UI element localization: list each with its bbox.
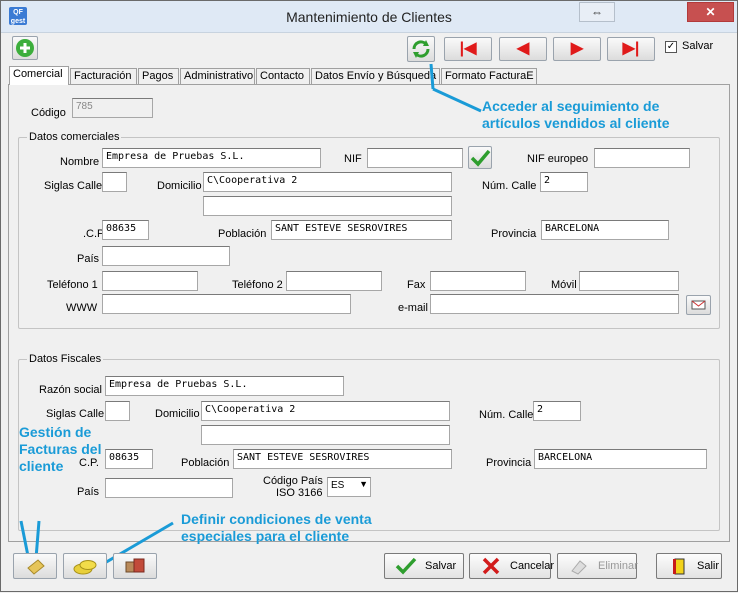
annotation-seguimiento-line1: Acceder al seguimiento de bbox=[482, 98, 660, 114]
coins-icon bbox=[73, 560, 97, 575]
annotation-condiciones-line1: Definir condiciones de venta bbox=[181, 511, 372, 527]
annotation-facturas-line1: Gestión de bbox=[19, 424, 92, 440]
eraser-icon bbox=[571, 560, 587, 575]
x-icon bbox=[482, 557, 500, 575]
exit-button[interactable]: Salir bbox=[656, 553, 722, 579]
products-button[interactable] bbox=[113, 553, 157, 579]
annotation-arrows bbox=[19, 63, 482, 573]
invoice-icon bbox=[27, 559, 45, 575]
window: QF gest Mantenimiento de Clientes ⇔ ✕ |◀… bbox=[0, 0, 738, 592]
check-icon bbox=[395, 557, 417, 575]
special-conditions-button[interactable] bbox=[63, 553, 107, 579]
annotation-facturas-line2: Facturas del bbox=[19, 441, 102, 457]
tab-comercial[interactable]: Comercial bbox=[9, 66, 69, 85]
save-button[interactable]: Salvar bbox=[384, 553, 464, 579]
annotation-condiciones-line2: especiales para el cliente bbox=[181, 528, 350, 544]
delete-button[interactable]: Eliminar bbox=[557, 553, 638, 579]
cancel-button-label: Cancelar bbox=[510, 560, 555, 572]
annotation-seguimiento-line2: artículos vendidos al cliente bbox=[482, 115, 670, 131]
delete-button-label: Eliminar bbox=[598, 560, 638, 572]
annotation-facturas-line3: cliente bbox=[19, 458, 64, 474]
save-button-label: Salvar bbox=[425, 560, 457, 572]
boxes-icon bbox=[125, 558, 145, 573]
cancel-button[interactable]: Cancelar bbox=[469, 553, 555, 579]
door-exit-icon bbox=[673, 558, 685, 575]
invoices-button[interactable] bbox=[13, 553, 57, 579]
exit-button-label: Salir bbox=[697, 560, 720, 572]
